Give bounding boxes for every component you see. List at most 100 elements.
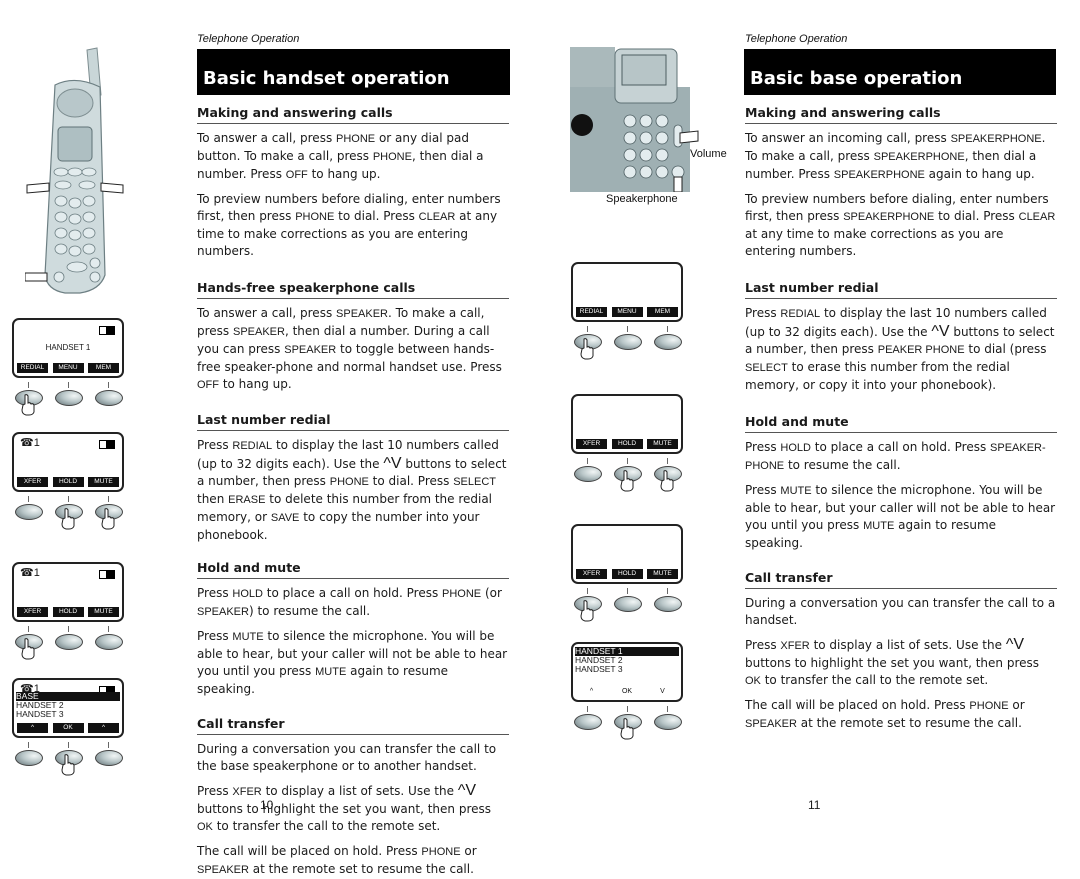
button-name: PHONE — [969, 700, 1009, 712]
text-run: to display a list of sets. Use the — [809, 638, 1006, 652]
softkey-button[interactable] — [614, 334, 642, 350]
lcd-screen: XFER HOLD MUTE — [571, 524, 683, 584]
screen-message: HANDSET 1 — [45, 343, 91, 352]
button-name: SELECT — [453, 476, 496, 488]
button-name: SPEAKER — [233, 326, 285, 338]
softkey-buttons — [12, 626, 124, 660]
section-paragraph: During a conversation you can transfer t… — [745, 595, 1057, 629]
button-name: REDIAL — [780, 308, 821, 320]
softkey-button[interactable] — [15, 504, 43, 520]
softkey-labels: REDIAL MENU MEM — [576, 307, 678, 317]
softkey-label: XFER — [576, 439, 607, 449]
leader-line — [108, 742, 109, 748]
text-run: Press — [197, 629, 233, 643]
softkey-buttons — [571, 706, 683, 740]
text-run: ) to resume the call. — [248, 604, 371, 618]
lcd-screen: ☎1 XFER HOLD MUTE — [12, 562, 124, 622]
page-title-left: Basic handset operation — [203, 68, 450, 89]
lcd-screen: XFER HOLD MUTE — [571, 394, 683, 454]
section-heading: Making and answering calls — [745, 105, 1057, 124]
leader-line — [587, 458, 588, 464]
section-paragraph: Press HOLD to place a call on hold. Pres… — [197, 585, 509, 621]
text-run: Press — [745, 440, 781, 454]
softkey-label: HOLD — [611, 569, 643, 579]
softkey-label: V — [660, 688, 665, 695]
softkey-label: XFER — [17, 607, 48, 617]
softkey-buttons — [12, 742, 124, 776]
button-name: SPEAKERPHONE — [950, 133, 1042, 145]
button-name: MUTE — [863, 520, 895, 532]
softkey-label: OK — [52, 723, 84, 733]
text-run: to dial. Press — [368, 474, 454, 488]
right-section: Making and answering calls To answer an i… — [745, 105, 1057, 260]
softkey-label: MUTE — [647, 439, 678, 449]
leader-line — [627, 588, 628, 594]
softkey-label: OK — [621, 688, 633, 695]
section-paragraph: To answer an incoming call, press SPEAKE… — [745, 130, 1057, 184]
softkey-buttons — [12, 496, 124, 530]
softkey-button[interactable] — [574, 466, 602, 482]
button-name: CLEAR — [1018, 211, 1056, 223]
text-run: again to hang up. — [924, 167, 1035, 181]
softkey-button[interactable] — [95, 390, 123, 406]
set-list-item[interactable]: HANDSET 3 — [16, 710, 120, 719]
softkey-button[interactable] — [95, 750, 123, 766]
section-heading: Call transfer — [197, 716, 509, 735]
leader-line — [68, 382, 69, 388]
leader-line — [108, 496, 109, 502]
leader-line — [28, 742, 29, 748]
pointing-finger-icon — [21, 638, 35, 660]
earpiece — [56, 88, 94, 118]
button-name: PEAKER PHONE — [877, 344, 965, 356]
text-run: To answer a call, press — [197, 306, 337, 320]
section-heading: Last number redial — [745, 280, 1057, 299]
text-run: at the remote set to resume the call. — [796, 716, 1022, 730]
softkey-labels: XFER HOLD MUTE — [576, 569, 678, 579]
section-heading: Hold and mute — [197, 560, 509, 579]
softkey-button[interactable] — [55, 390, 83, 406]
lcd-screen: ☎1 XFER HOLD MUTE — [12, 432, 124, 492]
softkey-button[interactable] — [574, 714, 602, 730]
softkey-button[interactable] — [654, 596, 682, 612]
left-page-body: Making and answering calls To answer a ca… — [197, 105, 509, 879]
softkey-button[interactable] — [654, 334, 682, 350]
button-name: HOLD — [780, 442, 811, 454]
leader-line — [108, 382, 109, 388]
softkey-buttons — [12, 382, 124, 416]
softkey-button[interactable] — [614, 596, 642, 612]
button-name: OFF — [197, 379, 219, 391]
section-heading: Hold and mute — [745, 414, 1057, 433]
softkey-label: MUTE — [88, 477, 119, 487]
text-run: or — [1008, 698, 1025, 712]
left-section: Making and answering calls To answer a ca… — [197, 105, 509, 260]
softkey-button[interactable] — [55, 634, 83, 650]
right-section: Last number redial Press REDIAL to displa… — [745, 280, 1057, 394]
left-section: Last number redial Press REDIAL to displa… — [197, 412, 509, 544]
softkey-label: HOLD — [52, 607, 84, 617]
softkey-label: REDIAL — [576, 307, 607, 317]
button-name: MUTE — [780, 485, 812, 497]
section-paragraph: Press XFER to display a list of sets. Us… — [197, 782, 509, 836]
phone-line-icon: ☎1 — [20, 437, 40, 449]
softkey-labels: ^ OK ^ — [17, 723, 119, 733]
button-name: MUTE — [232, 631, 264, 643]
text-run: buttons to highlight the set you want, t… — [197, 802, 491, 816]
softkey-label: MUTE — [88, 607, 119, 617]
base-display — [621, 54, 667, 86]
button-name: SAVE — [270, 512, 300, 524]
softkey-button[interactable] — [95, 634, 123, 650]
up-down-arrows-icon: ^V — [383, 455, 402, 472]
right-page-body: Making and answering calls To answer an i… — [745, 105, 1057, 733]
text-run: Press — [197, 586, 233, 600]
section-paragraph: Press MUTE to silence the microphone. Yo… — [745, 482, 1057, 552]
leader-line — [627, 326, 628, 332]
section-heading: Last number redial — [197, 412, 509, 431]
leader-line — [667, 706, 668, 712]
text-run: to dial. Press — [334, 209, 419, 223]
softkey-button[interactable] — [15, 750, 43, 766]
set-list-item[interactable]: HANDSET 3 — [575, 665, 679, 674]
softkey-button[interactable] — [654, 714, 682, 730]
button-name: REDIAL — [232, 440, 273, 452]
section-paragraph: To answer a call, press SPEAKER. To make… — [197, 305, 509, 394]
pointing-finger-icon — [620, 718, 634, 740]
